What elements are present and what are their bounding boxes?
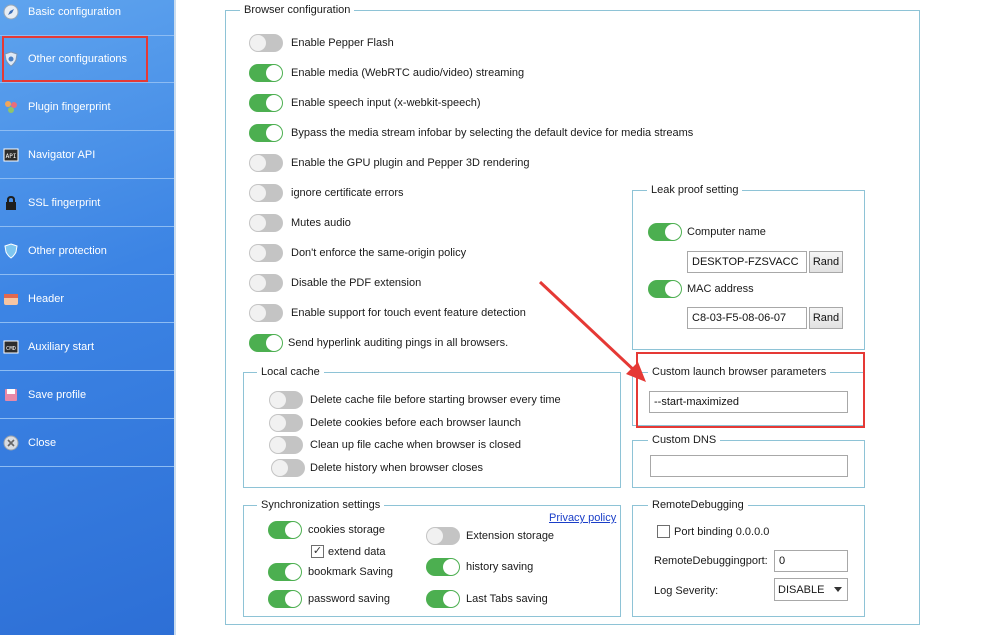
annotation-arrow (538, 280, 646, 382)
arrow-shaft (538, 280, 638, 374)
